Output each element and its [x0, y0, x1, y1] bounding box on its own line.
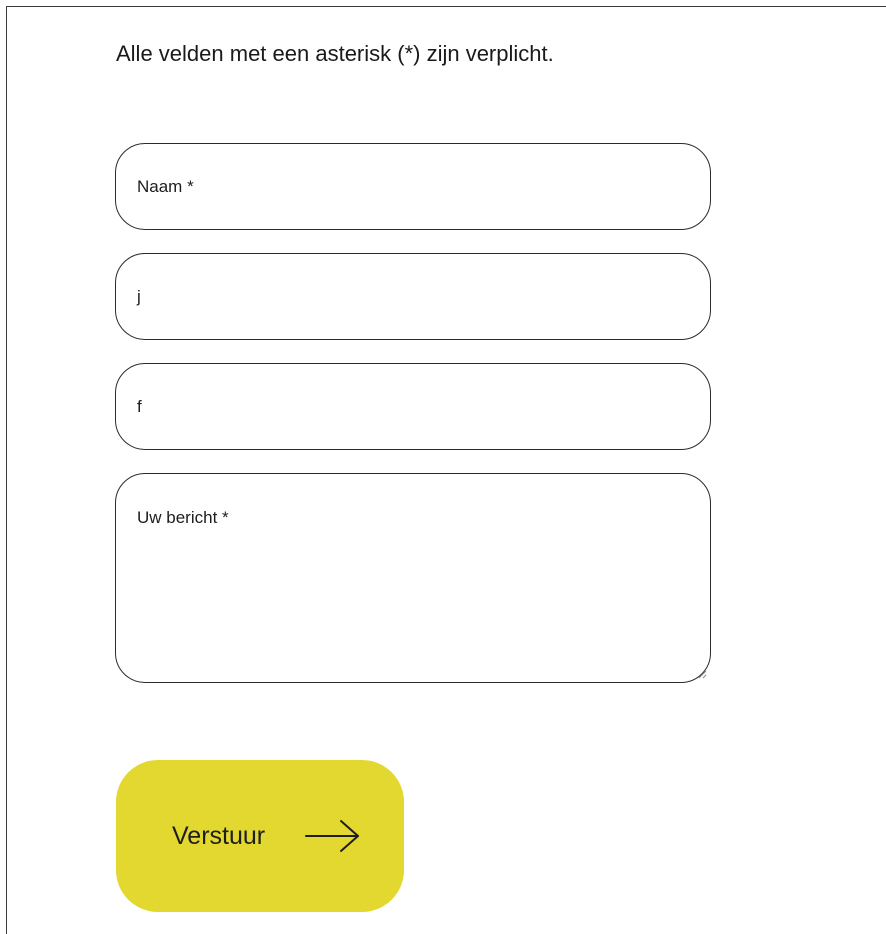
required-fields-note: Alle velden met een asterisk (*) zijn ve… — [116, 41, 554, 66]
third-field[interactable]: f — [115, 363, 711, 450]
message-field-placeholder: Uw bericht * — [137, 508, 229, 527]
second-field-value: j — [137, 287, 141, 306]
submit-button-label: Verstuur — [172, 822, 266, 850]
name-field-placeholder: Naam * — [137, 177, 194, 196]
message-field[interactable]: Uw bericht * — [115, 473, 711, 683]
submit-button[interactable]: Verstuur — [116, 760, 404, 912]
name-field[interactable]: Naam * — [115, 143, 711, 230]
arrow-right-icon — [305, 820, 359, 852]
second-field[interactable]: j — [115, 253, 711, 340]
resize-handle-icon[interactable] — [697, 669, 707, 679]
third-field-value: f — [137, 397, 142, 416]
